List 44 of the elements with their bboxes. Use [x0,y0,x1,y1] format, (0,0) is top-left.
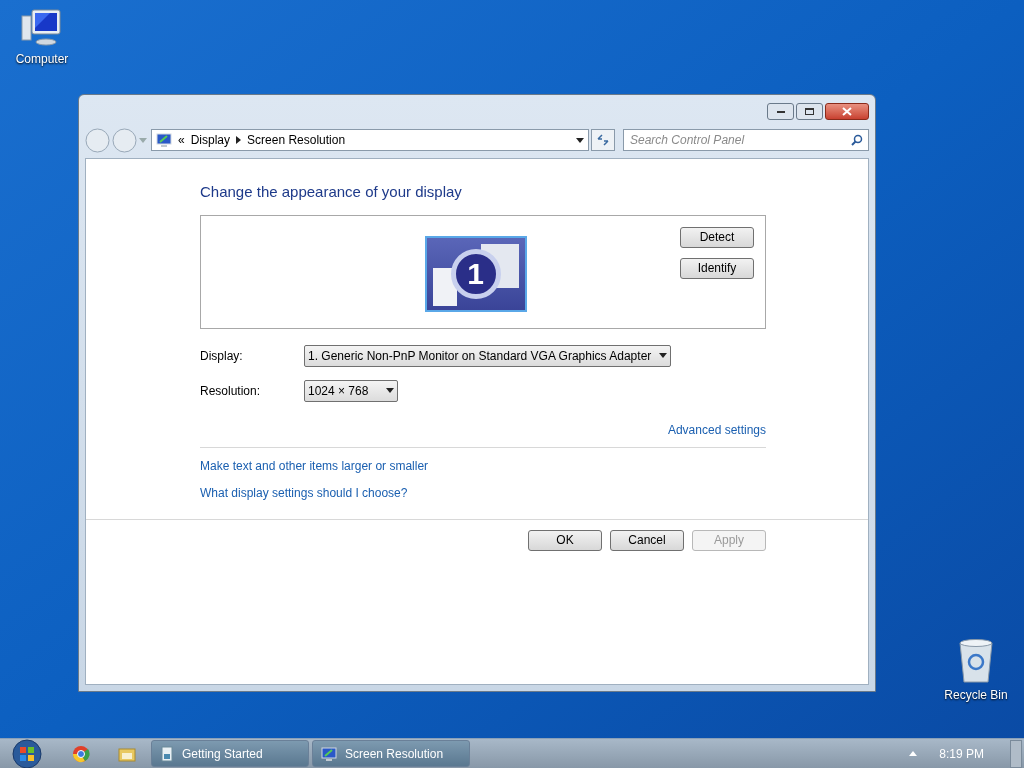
recycle-bin-icon[interactable] [957,638,995,684]
folder-icon[interactable] [118,745,136,762]
document-icon [160,745,174,762]
computer-icon[interactable] [20,8,64,48]
caret-icon [659,353,668,358]
field-label: Display: [200,347,244,365]
desktop-icon-label[interactable]: Recycle Bin [944,686,1008,704]
breadcrumb-item[interactable]: Display [190,131,231,149]
search-field[interactable]: Search Control Panel [623,129,869,151]
browser-icon[interactable] [72,744,90,763]
search-icon[interactable] [851,134,863,146]
breadcrumb-overflow[interactable]: « [178,131,185,149]
window-thumbnail [432,267,457,306]
taskbar-button[interactable]: Getting Started [151,740,309,767]
taskbar-button-label: Screen Resolution [345,745,444,763]
dialog-button[interactable]: OK [528,529,602,551]
maximize-button[interactable] [796,103,823,120]
field-label: Resolution: [200,382,262,400]
monitor-icon [156,133,172,147]
page-heading: Change the appearance of your display [200,182,463,202]
dialog-button[interactable]: Detect [680,226,754,248]
desktop-icon-label[interactable]: Computer [15,50,69,68]
breadcrumb-item[interactable]: Screen Resolution [247,131,346,149]
dialog-button[interactable]: Cancel [610,529,684,551]
close-button[interactable] [825,103,869,120]
dropdown[interactable]: 1. Generic Non-PnP Monitor on Standard VGA Graphics Adapter [304,344,672,367]
monitor-thumbnail[interactable]: 1 [424,235,527,312]
monitor-number: 1 [450,248,501,299]
minimize-button[interactable] [767,103,794,120]
advanced-settings-link[interactable]: Advanced settings [667,420,766,439]
help-link[interactable]: Make text and other items larger or smaller [200,456,429,475]
taskbar-button[interactable]: Screen Resolution [312,740,470,767]
caret-icon [576,137,584,143]
dialog-button[interactable]: Identify [680,257,754,279]
dropdown[interactable]: 1024 × 768 [304,379,398,402]
refresh-icon [596,134,610,146]
breadcrumb-arrow-icon[interactable] [236,136,242,144]
help-link[interactable]: What display settings should I choose? [200,483,408,502]
caret-icon [386,388,394,393]
close-icon [842,107,852,116]
monitor-icon [321,746,337,761]
refresh-button[interactable] [591,129,615,151]
address-bar[interactable]: « Display Screen Resolution [151,129,589,151]
taskbar-button-label: Getting Started [182,745,263,763]
